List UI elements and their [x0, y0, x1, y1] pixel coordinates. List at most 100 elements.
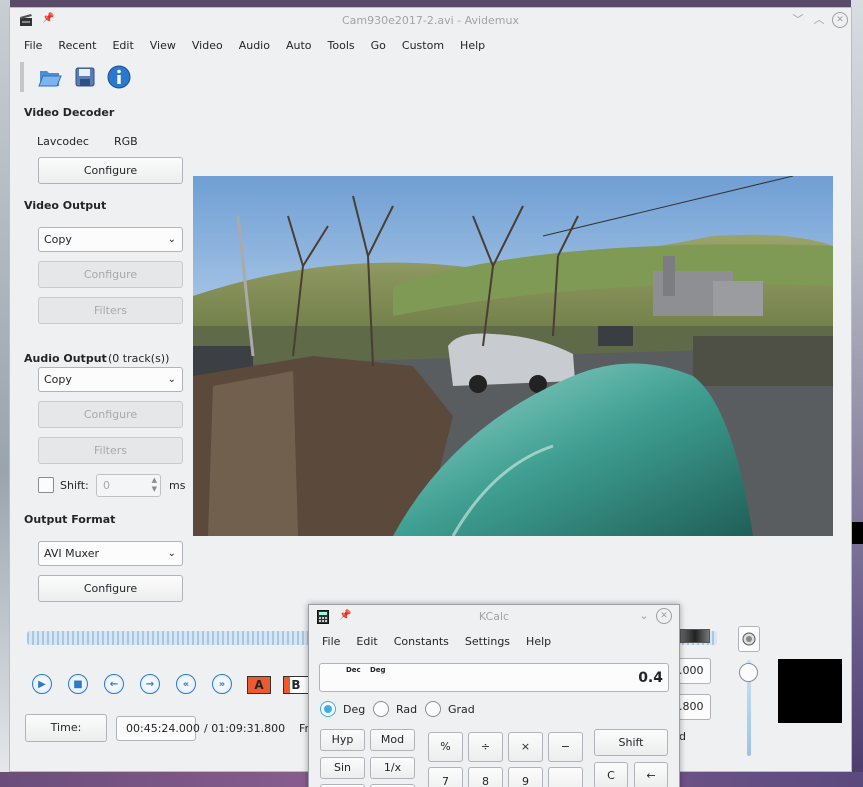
video-filters-button[interactable]: Filters: [38, 297, 183, 324]
grad-radio-label: Grad: [448, 703, 475, 716]
rad-radio[interactable]: [373, 701, 389, 717]
marker-a-time-field[interactable]: .000: [677, 658, 711, 684]
volume-slider-handle[interactable]: [739, 663, 758, 682]
angle-indicator: Deg: [370, 666, 386, 674]
shift-checkbox[interactable]: [38, 477, 54, 493]
marker-b-time-field[interactable]: .800: [677, 694, 711, 720]
muxer-value: AVI Muxer: [44, 547, 100, 560]
kcalc-menu-edit[interactable]: Edit: [348, 629, 385, 655]
stop-button[interactable]: ■: [66, 672, 90, 696]
decoder-name: Lavcodec: [37, 135, 89, 148]
menubar: File Recent Edit View Video Audio Auto T…: [10, 34, 851, 58]
decoder-colorspace: RGB: [114, 135, 138, 148]
menu-file[interactable]: File: [16, 34, 50, 58]
kcalc-minimize-button[interactable]: ⌄: [636, 608, 652, 624]
multiply-button[interactable]: ×: [508, 732, 543, 762]
next-keyframe-button[interactable]: »: [210, 672, 234, 696]
backspace-button[interactable]: ←: [634, 762, 668, 787]
menu-go[interactable]: Go: [363, 34, 394, 58]
kcalc-menu-file[interactable]: File: [314, 629, 348, 655]
marker-b-label: B: [291, 678, 301, 692]
sin-button[interactable]: Sin: [320, 757, 365, 779]
kcalc-title: KCalc: [478, 610, 510, 623]
menu-video[interactable]: Video: [184, 34, 231, 58]
video-configure-button[interactable]: Configure: [38, 261, 183, 288]
toolbar-grip[interactable]: [20, 62, 24, 92]
menu-tools[interactable]: Tools: [320, 34, 363, 58]
menu-recent[interactable]: Recent: [50, 34, 104, 58]
kcalc-display[interactable]: Dec Deg 0.4: [319, 663, 669, 692]
next-frame-button[interactable]: →: [138, 672, 162, 696]
play-button[interactable]: ▶: [30, 672, 54, 696]
mod-button[interactable]: Mod: [370, 729, 415, 751]
kcalc-menu-settings[interactable]: Settings: [457, 629, 518, 655]
info-icon[interactable]: [106, 64, 132, 90]
menu-edit[interactable]: Edit: [104, 34, 141, 58]
duration-label-fragment: d: [679, 730, 686, 743]
audio-codec-select[interactable]: Copy ⌄: [38, 367, 183, 392]
desktop-background-right: [851, 0, 863, 787]
kcalc-window: 📌 KCalc ⌄ ✕ File Edit Constants Settings…: [308, 604, 680, 787]
arrow-right-icon: →: [140, 674, 160, 694]
set-marker-a-button[interactable]: A: [247, 676, 271, 694]
maximize-button[interactable]: ︿: [811, 12, 827, 28]
menu-help[interactable]: Help: [452, 34, 493, 58]
digit-7-button[interactable]: 7: [428, 767, 463, 787]
chevron-down-icon: ⌄: [167, 548, 176, 559]
menu-auto[interactable]: Auto: [278, 34, 320, 58]
selection-marker-bar[interactable]: [680, 629, 710, 643]
deg-radio[interactable]: [320, 701, 336, 717]
minimize-button[interactable]: ﹀: [790, 12, 806, 28]
previous-frame-button[interactable]: ←: [102, 672, 126, 696]
kcalc-menu-constants[interactable]: Constants: [386, 629, 457, 655]
save-disk-icon[interactable]: [72, 64, 98, 90]
digit-8-button[interactable]: 8: [468, 767, 503, 787]
play-icon: ▶: [32, 674, 52, 694]
open-folder-icon[interactable]: [37, 64, 63, 90]
plus-button[interactable]: [548, 767, 583, 787]
audio-configure-button[interactable]: Configure: [38, 401, 183, 428]
time-button[interactable]: Time:: [25, 714, 107, 742]
shift-spinbox[interactable]: 0 ▲ ▼: [96, 474, 161, 497]
output-format-title: Output Format: [24, 513, 116, 526]
video-output-title: Video Output: [24, 199, 107, 212]
grad-radio[interactable]: [425, 701, 441, 717]
total-time: / 01:09:31.800: [204, 722, 286, 735]
marker-a-label: A: [254, 678, 264, 692]
divide-button[interactable]: ÷: [468, 732, 503, 762]
menu-custom[interactable]: Custom: [394, 34, 452, 58]
fast-forward-icon: »: [212, 674, 232, 694]
video-codec-select[interactable]: Copy ⌄: [38, 227, 183, 252]
speaker-icon[interactable]: [738, 626, 760, 652]
decoder-configure-button[interactable]: Configure: [38, 157, 183, 184]
stop-icon: ■: [68, 674, 88, 694]
shift-label: Shift:: [60, 479, 89, 492]
muxer-configure-button[interactable]: Configure: [38, 575, 183, 602]
spin-arrows-icon[interactable]: ▲ ▼: [152, 476, 157, 494]
menu-view[interactable]: View: [142, 34, 184, 58]
audio-filters-button[interactable]: Filters: [38, 437, 183, 464]
previous-keyframe-button[interactable]: «: [174, 672, 198, 696]
shift-button[interactable]: Shift: [594, 729, 668, 756]
audio-track-count: (0 track(s)): [108, 352, 170, 365]
kcalc-close-button[interactable]: ✕: [656, 608, 672, 624]
current-time-field[interactable]: 00:45:24.000: [116, 716, 200, 741]
set-marker-b-button[interactable]: B: [283, 676, 309, 694]
close-button[interactable]: ✕: [832, 12, 848, 28]
deg-radio-label: Deg: [343, 703, 366, 716]
muxer-select[interactable]: AVI Muxer ⌄: [38, 541, 183, 566]
reciprocal-button[interactable]: 1/x: [370, 757, 415, 779]
shift-value: 0: [103, 479, 110, 492]
digit-9-button[interactable]: 9: [508, 767, 543, 787]
clear-button[interactable]: C: [594, 762, 628, 787]
minus-button[interactable]: −: [548, 732, 583, 762]
audio-meter-display: [778, 659, 842, 723]
base-indicator: Dec: [346, 666, 361, 674]
menu-audio[interactable]: Audio: [231, 34, 278, 58]
kcalc-menu-help[interactable]: Help: [518, 629, 559, 655]
title-bar[interactable]: 📌 Cam930e2017-2.avi - Avidemux ﹀ ︿ ✕: [10, 8, 851, 34]
rad-radio-label: Rad: [396, 703, 418, 716]
hyp-button[interactable]: Hyp: [320, 729, 365, 751]
percent-button[interactable]: %: [428, 732, 463, 762]
kcalc-title-bar[interactable]: 📌 KCalc ⌄ ✕: [309, 605, 679, 629]
